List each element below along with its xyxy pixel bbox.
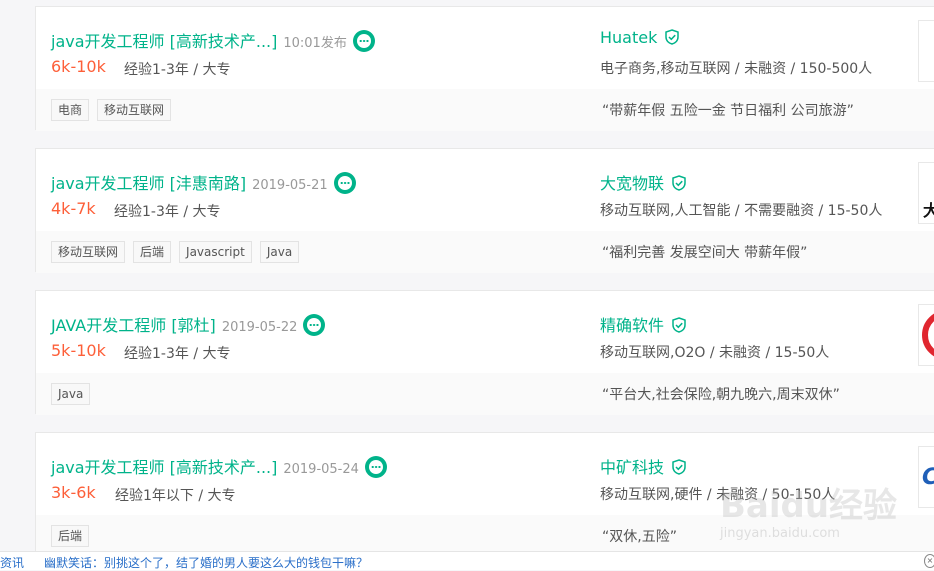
verified-shield-icon (672, 458, 686, 475)
publish-time: 2019-05-22 (221, 320, 298, 335)
company-benefits: “平台大,社会保险,朝九晚六,周末双休” (602, 387, 840, 403)
company-logo[interactable] (918, 304, 934, 366)
job-tags: 后端 (51, 525, 97, 547)
company-link[interactable]: 精确软件 (600, 312, 686, 336)
chat-icon[interactable] (303, 313, 326, 336)
salary: 4k-7k (51, 199, 96, 218)
job-card[interactable]: JAVA开发工程师 [郭杜] 2019-05-22 5k-10k 经验1-3年 /… (35, 290, 934, 415)
job-title-link[interactable]: java开发工程师 [沣惠南路] 2019-05-21 (51, 170, 356, 196)
company-link[interactable]: 大宽物联 (600, 170, 686, 194)
job-tags: 移动互联网 后端 Javascript Java (51, 241, 307, 263)
job-title[interactable]: java开发工程师 [高新技术产...] (51, 458, 277, 477)
company-logo-text: C (922, 465, 934, 490)
publish-time: 10:01发布 (283, 36, 347, 51)
company-logo[interactable] (918, 20, 934, 82)
job-requirements: 经验1年以下 / 大专 (115, 488, 236, 504)
job-card[interactable]: java开发工程师 [高新技术产...] 2019-05-24 3k-6k 经验1… (35, 432, 934, 557)
tag: 后端 (133, 241, 172, 263)
verified-shield-icon (665, 28, 680, 45)
company-benefits: “带薪年假 五险一金 节日福利 公司旅游” (602, 103, 854, 119)
job-title[interactable]: java开发工程师 [沣惠南路] (51, 174, 246, 193)
chat-icon[interactable] (352, 29, 375, 52)
tag: Java (259, 241, 300, 263)
job-tags: 电商 移动互联网 (51, 99, 179, 121)
news-headline-link[interactable]: 幽默笑话：别挑这个了，结了婚的男人要这么大的钱包干嘛？ (44, 554, 368, 571)
company-industry: 移动互联网,硬件 / 未融资 / 50-150人 (600, 487, 836, 503)
tag: 电商 (51, 99, 90, 121)
company-logo[interactable]: C (918, 446, 934, 508)
company-name[interactable]: 大宽物联 (600, 174, 664, 193)
job-title[interactable]: JAVA开发工程师 [郭杜] (51, 316, 216, 335)
tag: 移动互联网 (97, 99, 172, 121)
company-link[interactable]: Huatek (600, 28, 680, 47)
news-category-link[interactable]: 资讯 (0, 554, 24, 571)
job-card[interactable]: java开发工程师 [高新技术产...] 10:01发布 6k-10k 经验1-3… (35, 6, 934, 131)
tag: Javascript (179, 241, 252, 263)
tag: Java (51, 383, 91, 405)
job-tags: Java (51, 383, 98, 405)
job-requirements: 经验1-3年 / 大专 (124, 62, 231, 78)
company-industry: 电子商务,移动互联网 / 未融资 / 150-500人 (600, 61, 873, 77)
verified-shield-icon (672, 316, 686, 333)
tag: 后端 (51, 525, 90, 547)
news-ticker-bar: 资讯 幽默笑话：别挑这个了，结了婚的男人要这么大的钱包干嘛？ × (0, 551, 934, 570)
job-title-link[interactable]: JAVA开发工程师 [郭杜] 2019-05-22 (51, 312, 326, 338)
tag: 移动互联网 (51, 241, 126, 263)
job-title-link[interactable]: java开发工程师 [高新技术产...] 10:01发布 (51, 28, 375, 54)
job-card[interactable]: java开发工程师 [沣惠南路] 2019-05-21 4k-7k 经验1-3年 … (35, 148, 934, 273)
job-title-link[interactable]: java开发工程师 [高新技术产...] 2019-05-24 (51, 454, 387, 480)
salary: 6k-10k (51, 57, 106, 76)
company-name[interactable]: 精确软件 (600, 316, 664, 335)
company-benefits: “双休,五险” (602, 529, 677, 545)
verified-shield-icon (672, 174, 686, 191)
job-title[interactable]: java开发工程师 [高新技术产...] (51, 32, 277, 51)
company-link[interactable]: 中矿科技 (600, 454, 686, 478)
job-requirements: 经验1-3年 / 大专 (114, 204, 221, 220)
publish-time: 2019-05-24 (283, 462, 359, 477)
company-name[interactable]: 中矿科技 (600, 458, 664, 477)
company-logo[interactable]: 大 (918, 162, 934, 224)
company-name[interactable]: Huatek (600, 28, 657, 47)
company-benefits: “福利完善 发展空间大 带薪年假” (602, 245, 808, 261)
company-logo-mark (922, 313, 934, 357)
company-industry: 移动互联网,人工智能 / 不需要融资 / 15-50人 (600, 203, 883, 219)
company-logo-text: 大 (923, 197, 934, 221)
chat-icon[interactable] (364, 455, 387, 478)
salary: 3k-6k (51, 483, 96, 502)
chat-icon[interactable] (333, 171, 356, 194)
publish-time: 2019-05-21 (252, 178, 328, 193)
company-industry: 移动互联网,O2O / 未融资 / 15-50人 (600, 345, 830, 361)
job-requirements: 经验1-3年 / 大专 (124, 346, 231, 362)
salary: 5k-10k (51, 341, 106, 360)
close-icon[interactable]: × (924, 554, 934, 568)
